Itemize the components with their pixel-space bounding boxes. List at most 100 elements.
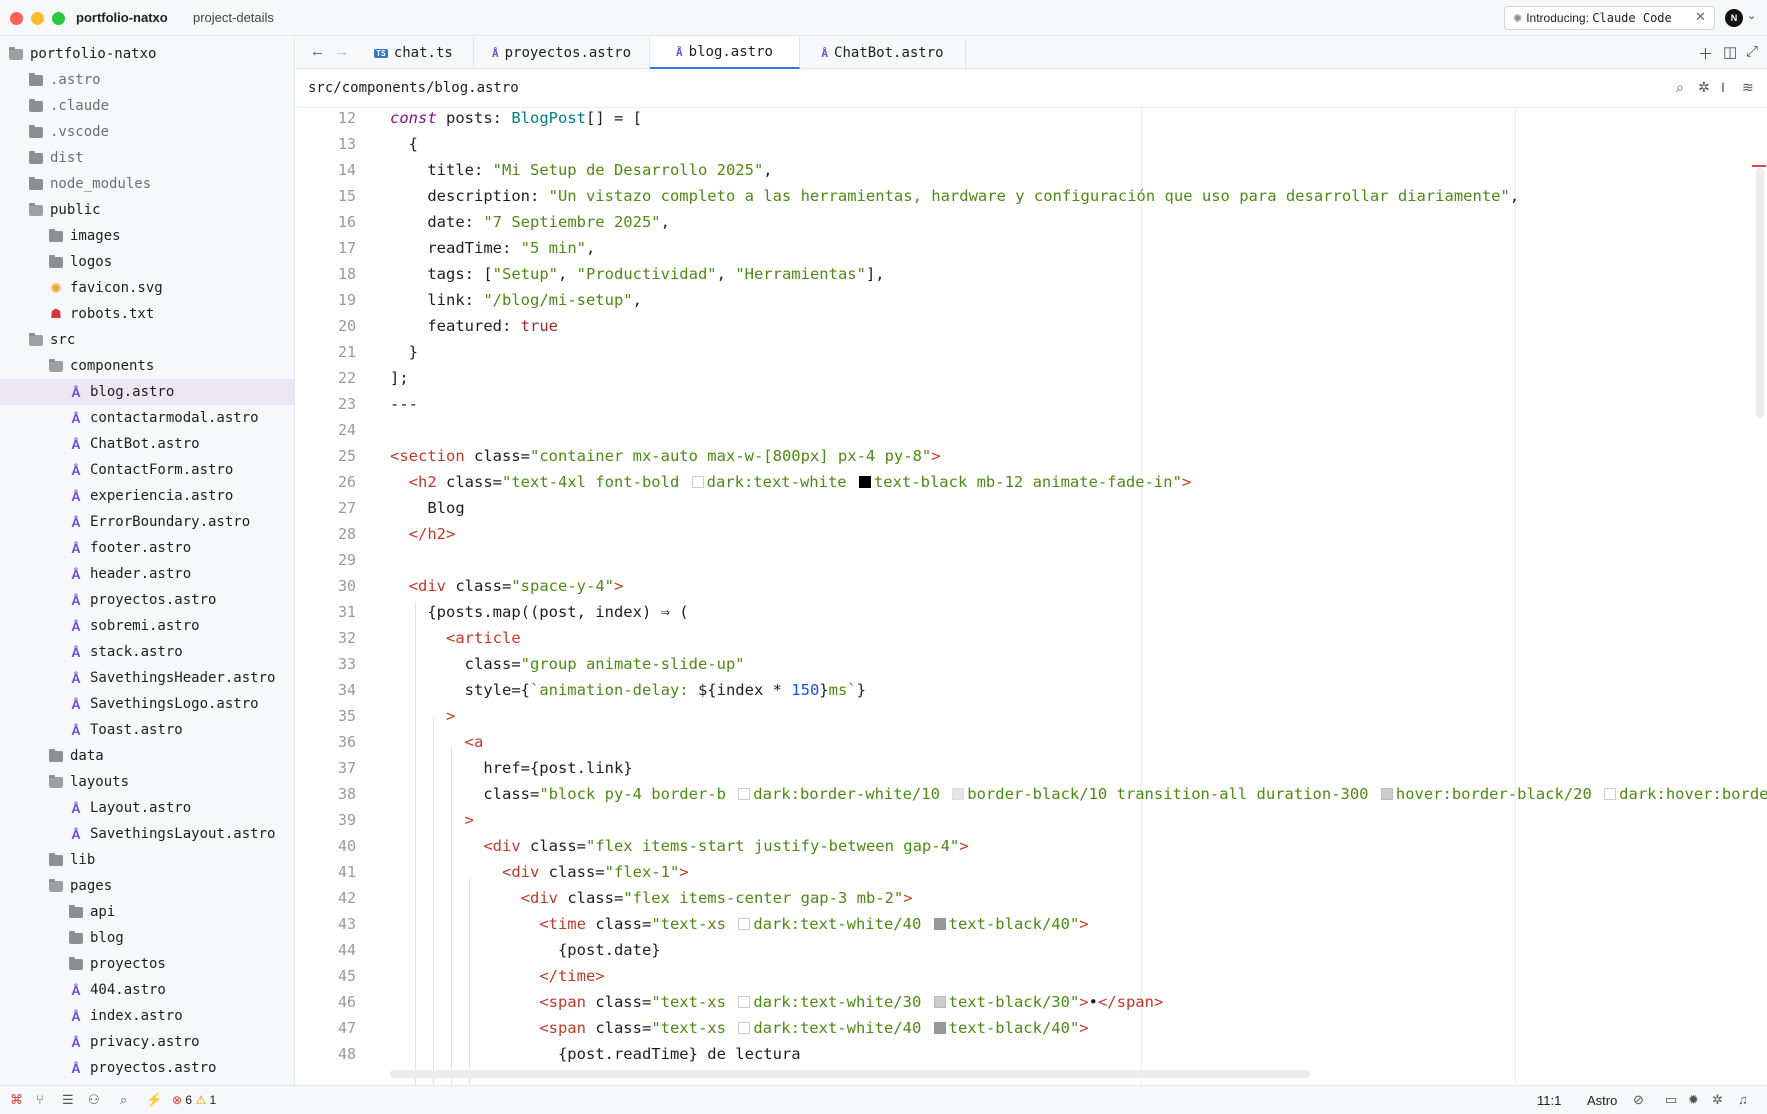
tree-item[interactable]: Å 404.astro: [0, 977, 294, 1003]
tab-proyectos-astro[interactable]: Åproyectos.astro: [474, 37, 650, 69]
tree-item[interactable]: .astro: [0, 67, 294, 93]
tree-item[interactable]: proyectos: [0, 951, 294, 977]
code-line[interactable]: 29: [296, 547, 1767, 573]
tree-item[interactable]: Å SavethingsLayout.astro: [0, 821, 294, 847]
git-branch-icon[interactable]: ⑂: [36, 1092, 44, 1107]
code-line[interactable]: 47 <span class="text-xs dark:text-white/…: [296, 1015, 1767, 1041]
back-arrow-icon[interactable]: ←: [310, 43, 325, 60]
code-line[interactable]: 26 <h2 class="text-4xl font-bold dark:te…: [296, 469, 1767, 495]
tab-blog-astro[interactable]: Åblog.astro: [650, 37, 800, 69]
tree-item[interactable]: Å Toast.astro: [0, 717, 294, 743]
code-line[interactable]: 33 class="group animate-slide-up": [296, 651, 1767, 677]
split-editor-icon[interactable]: ◫: [1723, 43, 1737, 61]
tab-chatbot-astro[interactable]: Å ChatBot.astro: [800, 37, 966, 69]
tab-chat-ts[interactable]: TS chat.ts: [354, 37, 474, 69]
debug-icon[interactable]: ✹: [1688, 1092, 1699, 1108]
tree-item[interactable]: ✺ favicon.svg: [0, 275, 294, 301]
forward-arrow-icon[interactable]: →: [334, 43, 349, 60]
code-line[interactable]: 21 }: [296, 339, 1767, 365]
tree-item[interactable]: Åindex.astro: [0, 1003, 294, 1029]
code-line[interactable]: 14 title: "Mi Setup de Desarrollo 2025",: [296, 157, 1767, 183]
tree-item[interactable]: Åexperiencia.astro: [0, 483, 294, 509]
code-line[interactable]: 30 <div class="space-y-4">: [296, 573, 1767, 599]
ai-assistant-icon[interactable]: ✲: [1712, 1092, 1723, 1108]
vertical-scrollbar[interactable]: [1756, 168, 1764, 418]
window-minimize-button[interactable]: [31, 12, 44, 25]
breadcrumb[interactable]: src/components/blog.astro: [308, 80, 519, 96]
chevron-down-icon[interactable]: ⌄: [1747, 9, 1756, 22]
search-icon[interactable]: ⌕: [120, 1092, 127, 1108]
add-icon[interactable]: ＋: [1698, 43, 1713, 64]
tree-item[interactable]: Åcontactarmodal.astro: [0, 405, 294, 431]
code-line[interactable]: 15 description: "Un vistazo completo a l…: [296, 183, 1767, 209]
cursor-position[interactable]: 11:1: [1537, 1093, 1561, 1108]
code-line[interactable]: 48 {post.readTime} de lectura: [296, 1041, 1767, 1067]
tree-item[interactable]: Å ContactForm.astro: [0, 457, 294, 483]
tree-item[interactable]: images: [0, 223, 294, 249]
code-line[interactable]: 17 readTime: "5 min",: [296, 235, 1767, 261]
structure-icon[interactable]: ☰: [62, 1092, 74, 1108]
tree-item[interactable]: blog: [0, 925, 294, 951]
code-line[interactable]: 39 >: [296, 807, 1767, 833]
problems-indicator[interactable]: ⊗ 6 ⚠ 1: [172, 1093, 216, 1107]
code-line[interactable]: 44 {post.date}: [296, 937, 1767, 963]
tree-item[interactable]: node_modules: [0, 171, 294, 197]
tree-item[interactable]: Åprivacy.astro: [0, 1029, 294, 1055]
window-maximize-button[interactable]: [52, 12, 65, 25]
code-line[interactable]: 37 href={post.link}: [296, 755, 1767, 781]
claude-code-banner[interactable]: ✺ Introducing: Claude Code: [1504, 6, 1715, 30]
code-line[interactable]: 22];: [296, 365, 1767, 391]
close-icon[interactable]: ✕: [1695, 9, 1706, 25]
settings-sliders-icon[interactable]: ≋: [1742, 79, 1754, 96]
people-icon[interactable]: ⚇: [88, 1092, 100, 1108]
tree-item[interactable]: api: [0, 899, 294, 925]
code-line[interactable]: 42 <div class="flex items-center gap-3 m…: [296, 885, 1767, 911]
code-line[interactable]: 27 Blog: [296, 495, 1767, 521]
code-icon[interactable]: ⊘: [1633, 1092, 1644, 1108]
tree-item[interactable]: .claude: [0, 93, 294, 119]
code-line[interactable]: 13 {: [296, 131, 1767, 157]
tree-item[interactable]: Å ErrorBoundary.astro: [0, 509, 294, 535]
code-line[interactable]: 12 const posts: BlogPost[] = [: [296, 108, 1767, 131]
code-line[interactable]: 45 </time>: [296, 963, 1767, 989]
code-line[interactable]: 36 <a: [296, 729, 1767, 755]
tree-item[interactable]: Åproyectos.astro: [0, 587, 294, 613]
code-line[interactable]: 41 <div class="flex-1">: [296, 859, 1767, 885]
code-line[interactable]: 35 >: [296, 703, 1767, 729]
expand-icon[interactable]: ⤢: [1746, 43, 1758, 60]
search-icon[interactable]: ⌕: [1676, 79, 1684, 96]
tree-item[interactable]: data: [0, 743, 294, 769]
code-line[interactable]: 34 style={`animation-delay: ${index * 15…: [296, 677, 1767, 703]
tree-item[interactable]: pages: [0, 873, 294, 899]
run-icon[interactable]: ⚡: [146, 1092, 162, 1108]
tree-item[interactable]: Åheader.astro: [0, 561, 294, 587]
code-line[interactable]: 23 ---: [296, 391, 1767, 417]
code-line[interactable]: 43 <time class="text-xs dark:text-white/…: [296, 911, 1767, 937]
text-cursor-icon[interactable]: I: [1721, 79, 1725, 95]
code-line[interactable]: 38 class="block py-4 border-b dark:borde…: [296, 781, 1767, 807]
tree-item[interactable]: Å Layout.astro: [0, 795, 294, 821]
notifications-icon[interactable]: ♫: [1738, 1092, 1748, 1107]
tree-item[interactable]: Å ChatBot.astro: [0, 431, 294, 457]
magic-wand-icon[interactable]: ✲: [1698, 79, 1710, 96]
code-line[interactable]: 16 date: "7 Septiembre 2025",: [296, 209, 1767, 235]
terminal-icon[interactable]: ▭: [1665, 1092, 1677, 1108]
code-line[interactable]: 28 </h2>: [296, 521, 1767, 547]
code-line[interactable]: 46 <span class="text-xs dark:text-white/…: [296, 989, 1767, 1015]
code-line[interactable]: 19 link: "/blog/mi-setup",: [296, 287, 1767, 313]
code-line[interactable]: 31 {posts.map((post, index) ⇒ (: [296, 599, 1767, 625]
tree-item[interactable]: dist: [0, 145, 294, 171]
tree-item[interactable]: components: [0, 353, 294, 379]
branch-name[interactable]: project-details: [193, 10, 274, 25]
tree-root[interactable]: portfolio-natxo: [0, 41, 294, 67]
code-line[interactable]: 32 <article: [296, 625, 1767, 651]
code-line[interactable]: 25 <section class="container mx-auto max-…: [296, 443, 1767, 469]
tree-item[interactable]: logos: [0, 249, 294, 275]
tree-item[interactable]: layouts: [0, 769, 294, 795]
error-stripe-marker[interactable]: [1752, 165, 1766, 167]
tree-item[interactable]: Å SavethingsHeader.astro: [0, 665, 294, 691]
tree-item[interactable]: lib: [0, 847, 294, 873]
tree-item[interactable]: Åstack.astro: [0, 639, 294, 665]
code-editor[interactable]: 12 const posts: BlogPost[] = [13 {14 titl…: [296, 108, 1767, 1085]
code-line[interactable]: 40 <div class="flex items-start justify-…: [296, 833, 1767, 859]
